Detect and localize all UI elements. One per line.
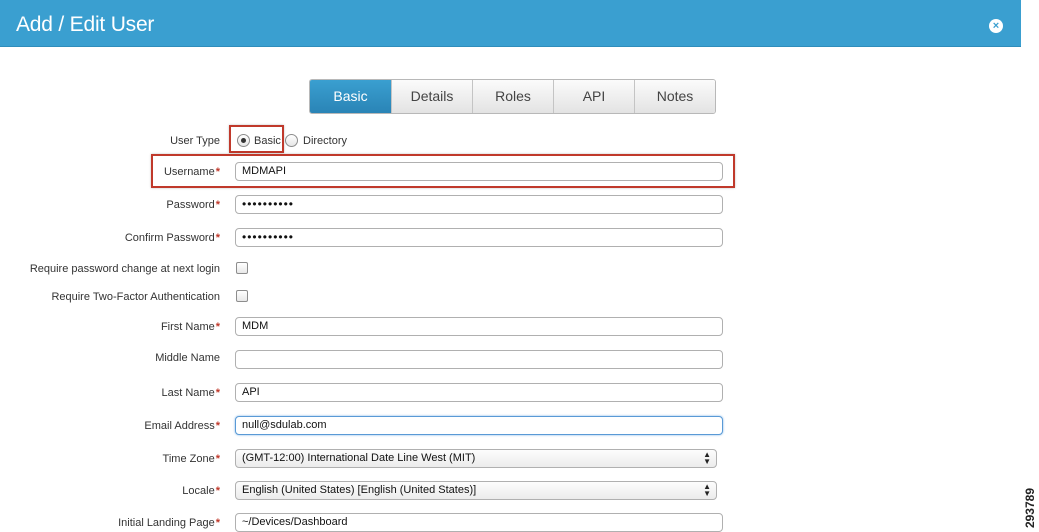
user-type-highlight-box [229, 125, 284, 153]
last-name-label: Last Name* [161, 387, 220, 399]
confirm-password-input[interactable]: •••••••••• [235, 228, 723, 247]
close-icon[interactable]: × [989, 19, 1003, 33]
locale-label: Locale* [182, 485, 220, 497]
confirm-password-label: Confirm Password* [124, 232, 220, 244]
require-2fa-label: Require Two-Factor Authentication [51, 291, 220, 303]
middle-name-label: Middle Name [155, 352, 220, 364]
username-highlight-box [151, 154, 735, 188]
dialog-title: Add / Edit User [16, 13, 155, 36]
email-input[interactable]: null@sdulab.com [235, 416, 723, 435]
user-type-label: User Type [170, 135, 220, 147]
password-input[interactable]: •••••••••• [235, 195, 723, 214]
time-zone-label: Time Zone* [162, 453, 220, 465]
tab-api[interactable]: API [553, 80, 634, 113]
select-arrows-icon: ▲ ▼ [703, 482, 711, 498]
tab-basic[interactable]: Basic [310, 80, 391, 113]
require-password-change-label: Require password change at next login [29, 263, 220, 275]
password-label: Password* [166, 199, 220, 211]
first-name-label: First Name* [160, 321, 220, 333]
locale-select[interactable]: English (United States) [English (United… [235, 481, 717, 500]
tab-notes[interactable]: Notes [634, 80, 715, 113]
tab-bar: Basic Details Roles API Notes [309, 79, 716, 114]
landing-page-input[interactable]: ~/Devices/Dashboard [235, 513, 723, 532]
time-zone-select[interactable]: (GMT-12:00) International Date Line West… [235, 449, 717, 468]
user-type-directory-label[interactable]: Directory [303, 135, 347, 147]
first-name-input[interactable]: MDM [235, 317, 723, 336]
select-arrows-icon: ▲ ▼ [703, 450, 711, 466]
dialog-titlebar: Add / Edit User × [0, 0, 1021, 47]
landing-page-label: Initial Landing Page* [118, 517, 220, 529]
middle-name-input[interactable] [235, 350, 723, 369]
locale-value: English (United States) [English (United… [242, 484, 477, 496]
time-zone-value: (GMT-12:00) International Date Line West… [242, 452, 476, 464]
tab-roles[interactable]: Roles [472, 80, 553, 113]
tab-details[interactable]: Details [391, 80, 472, 113]
user-type-directory-radio[interactable] [285, 134, 298, 147]
require-password-change-checkbox[interactable] [236, 262, 248, 274]
figure-id: 293789 [1023, 487, 1037, 528]
email-label: Email Address* [144, 420, 220, 432]
last-name-input[interactable]: API [235, 383, 723, 402]
require-2fa-checkbox[interactable] [236, 290, 248, 302]
